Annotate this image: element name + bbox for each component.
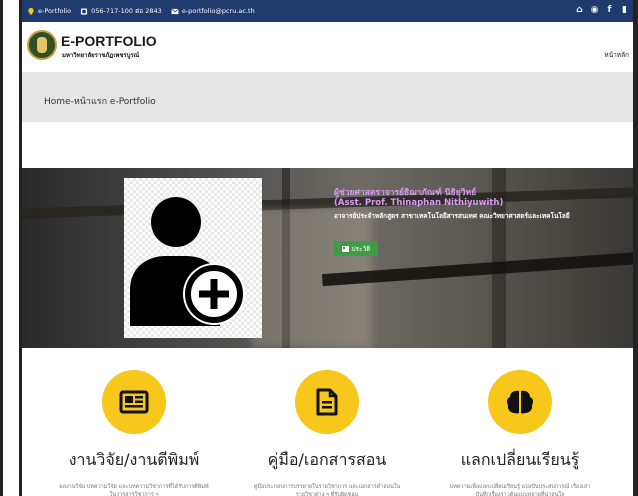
feature-title: คู่มือ/เอกสารสอน xyxy=(267,450,387,469)
profile-name-en: (Asst. Prof. Thinaphan Nithiyuwith) xyxy=(334,198,504,208)
envelope-icon xyxy=(171,8,179,14)
facebook-icon[interactable]: f xyxy=(605,6,614,15)
document-icon xyxy=(316,388,338,416)
top-contact-bar: e-Portfolio 056-717-100 ต่อ 2843 e-portf… xyxy=(22,0,633,22)
feature-description: บทความเพื่อแลกเปลี่ยนเรียนรู้ แบ่งปันประ… xyxy=(449,484,591,496)
location-pin-icon xyxy=(28,7,34,15)
globe-icon[interactable]: ◉ xyxy=(590,6,599,15)
window-frame-left xyxy=(0,0,3,496)
id-card-icon xyxy=(341,245,349,252)
feature-description: คู่มือประกอบการบรรยายในรายวิชาการ และเอก… xyxy=(253,484,401,496)
window-frame-right xyxy=(633,0,638,496)
page: e-Portfolio 056-717-100 ต่อ 2843 e-portf… xyxy=(22,0,633,496)
more-icon[interactable]: ▮ xyxy=(620,6,629,15)
feature-title: งานวิจัย/งานตีพิมพ์ xyxy=(68,450,200,469)
home-icon[interactable]: ⌂ xyxy=(575,6,584,15)
add-user-icon xyxy=(130,197,245,326)
email-link[interactable]: e-portfolio@pcru.ac.th xyxy=(171,7,255,15)
newspaper-icon xyxy=(119,390,149,414)
brand-title[interactable]: E-PORTFOLIO xyxy=(61,33,157,49)
hero-banner: ผู้ช่วยศาสตราจารย์ธิฌาภัณฑ์ นิธิยุวิทย์ … xyxy=(22,168,633,348)
feature-title: แลกเปลี่ยนเรียนรู้ xyxy=(460,450,580,469)
university-logo[interactable] xyxy=(27,30,57,60)
brand-subtitle: มหาวิทยาลัยราชภัฏเพชรบูรณ์ xyxy=(62,52,140,59)
feature-icon-circle xyxy=(488,370,552,434)
email-label: e-portfolio@pcru.ac.th xyxy=(181,7,255,15)
feature-description: ผลงานวิจัย บทความวิจัย และบทความวิชาการท… xyxy=(59,484,209,496)
feature-research[interactable]: งานวิจัย/งานตีพิมพ์ ผลงานวิจัย บทความวิจ… xyxy=(44,370,224,496)
profile-role: อาจารย์ประจำหลักสูตร สาขาเทคโนโลยีสารสนเ… xyxy=(334,212,570,220)
site-label: e-Portfolio xyxy=(38,7,72,15)
site-header: E-PORTFOLIO มหาวิทยาลัยราชภัฏเพชรบูรณ์ ห… xyxy=(22,22,633,72)
nav-home-link[interactable]: หน้าหลัก xyxy=(604,50,629,60)
breadcrumb[interactable]: Home-หน้าแรก e-Portfolio xyxy=(44,94,156,108)
site-link[interactable]: e-Portfolio xyxy=(27,7,71,15)
phone-icon xyxy=(81,7,88,15)
profile-photo-placeholder xyxy=(124,178,262,338)
phone-link[interactable]: 056-717-100 ต่อ 2843 xyxy=(80,6,162,16)
feature-icon-circle xyxy=(102,370,166,434)
social-links: ⌂ ◉ f ▮ xyxy=(575,6,629,15)
cv-button-label: ประวัติ xyxy=(351,244,371,253)
breadcrumb-bar: Home-หน้าแรก e-Portfolio xyxy=(22,72,633,122)
phone-label: 056-717-100 ต่อ 2843 xyxy=(91,7,162,15)
feature-knowledge[interactable]: แลกเปลี่ยนเรียนรู้ บทความเพื่อแลกเปลี่ยน… xyxy=(430,370,610,496)
feature-manual[interactable]: คู่มือ/เอกสารสอน คู่มือประกอบการบรรยายใน… xyxy=(237,370,417,496)
feature-section: งานวิจัย/งานตีพิมพ์ ผลงานวิจัย บทความวิจ… xyxy=(22,348,633,496)
feature-icon-circle xyxy=(295,370,359,434)
profile-name-th: ผู้ช่วยศาสตราจารย์ธิฌาภัณฑ์ นิธิยุวิทย์ xyxy=(334,188,477,198)
cv-button[interactable]: ประวัติ xyxy=(334,241,378,256)
brain-icon xyxy=(506,390,534,414)
profile-name: ผู้ช่วยศาสตราจารย์ธิฌาภัณฑ์ นิธิยุวิทย์ … xyxy=(334,188,503,208)
